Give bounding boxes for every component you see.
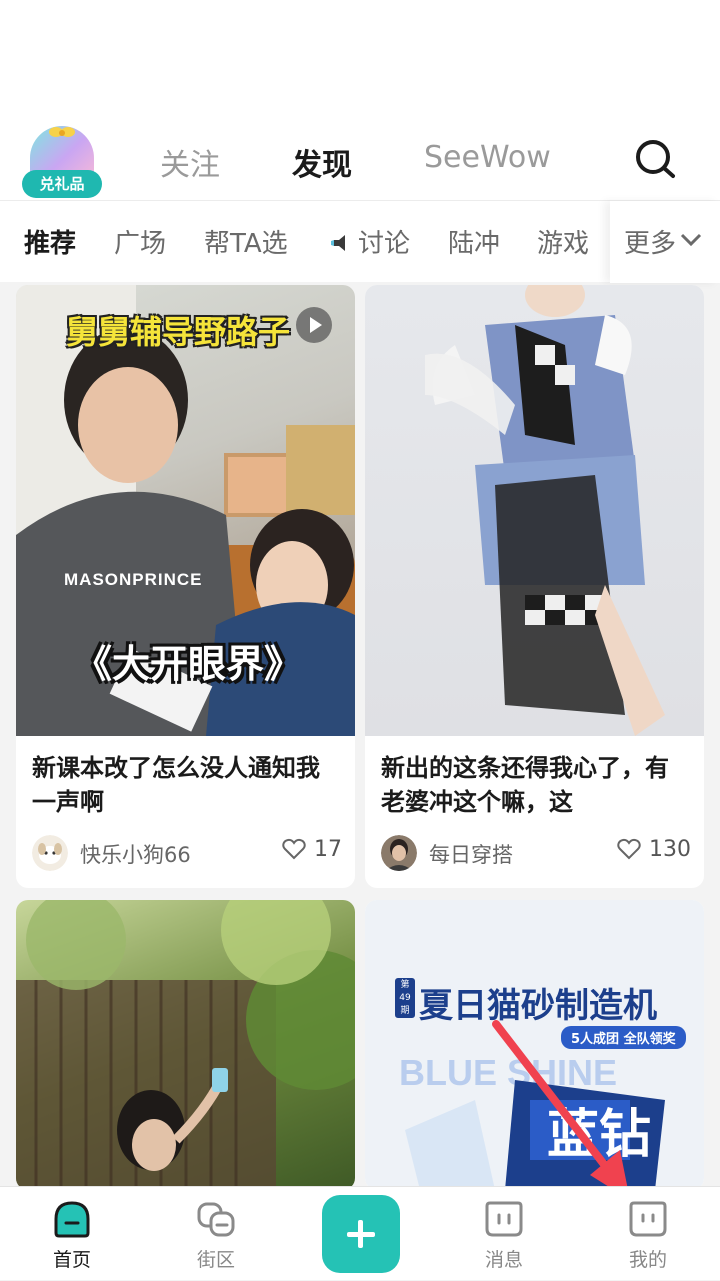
svg-text:MASONPRINCE: MASONPRINCE bbox=[64, 570, 203, 589]
product-bag-illustration bbox=[405, 1080, 665, 1190]
feed-card-2[interactable]: 新出的这条还得我心了，有老婆冲这个嘛，这 每日穿搭 130 bbox=[365, 285, 704, 888]
category-discussion[interactable]: 讨论 bbox=[358, 223, 410, 260]
category-more-label: 更多 bbox=[624, 229, 677, 259]
post-title: 新出的这条还得我心了，有老婆冲这个嘛，这 bbox=[381, 754, 669, 816]
nav-profile[interactable]: 我的 bbox=[598, 1187, 698, 1281]
category-more-button[interactable]: 更多 bbox=[610, 201, 720, 283]
category-games[interactable]: 游戏 bbox=[537, 223, 589, 260]
author-name: 快乐小狗66 bbox=[80, 843, 191, 867]
nav-messages-label: 消息 bbox=[484, 1249, 523, 1271]
search-icon[interactable] bbox=[632, 136, 678, 182]
play-icon bbox=[296, 307, 332, 343]
video-caption-top: 舅舅辅导野路子 bbox=[66, 313, 291, 351]
profile-icon bbox=[629, 1201, 667, 1237]
category-bar: 推荐 广场 帮TA选 讨论 陆冲 游戏 更多 bbox=[0, 200, 720, 283]
heart-icon bbox=[282, 838, 306, 860]
ad-image: 第49期 夏日猫砂制造机 5人成团 全队领奖 BLUE SHINE 蓝钻 bbox=[365, 900, 704, 1190]
bottom-nav: 首页 街区 消息 我的 bbox=[0, 1186, 720, 1280]
gift-redeem-button[interactable]: 兑礼品 bbox=[22, 124, 102, 198]
like-count-value: 17 bbox=[314, 837, 342, 862]
ad-title: 夏日猫砂制造机 bbox=[419, 986, 657, 1026]
home-icon bbox=[54, 1201, 90, 1238]
post-image bbox=[16, 900, 355, 1190]
speaker-icon bbox=[331, 235, 345, 251]
post-image-illustration bbox=[425, 285, 665, 736]
nav-community-label: 街区 bbox=[196, 1249, 235, 1271]
status-bar bbox=[0, 0, 720, 118]
avatar bbox=[32, 835, 68, 871]
chevron-down-icon bbox=[680, 233, 702, 247]
nav-home[interactable]: 首页 bbox=[22, 1187, 122, 1281]
nav-profile-label: 我的 bbox=[628, 1249, 667, 1271]
message-icon bbox=[485, 1201, 523, 1237]
category-recommend[interactable]: 推荐 bbox=[24, 223, 76, 260]
tab-follow[interactable]: 关注 bbox=[160, 140, 220, 184]
nav-home-label: 首页 bbox=[52, 1249, 91, 1271]
author-name: 每日穿搭 bbox=[429, 843, 513, 867]
tab-discover[interactable]: 发现 bbox=[292, 140, 352, 184]
gift-label: 兑礼品 bbox=[22, 170, 102, 198]
feed-card-3[interactable] bbox=[16, 900, 355, 1190]
post-author[interactable]: 快乐小狗66 17 bbox=[32, 835, 342, 871]
ad-subtitle: 5人成团 全队领奖 bbox=[561, 1026, 686, 1049]
category-square[interactable]: 广场 bbox=[114, 223, 166, 260]
community-icon bbox=[197, 1202, 235, 1237]
ad-product-name: 蓝钻 bbox=[547, 1105, 652, 1165]
post-image-illustration bbox=[16, 900, 355, 1190]
top-nav: 兑礼品 关注 发现 SeeWow bbox=[0, 118, 720, 200]
like-count[interactable]: 17 bbox=[282, 837, 342, 862]
post-image: MASONPRINCE 舅舅辅导野路子 《大开眼界》 bbox=[16, 285, 355, 736]
category-help-choose[interactable]: 帮TA选 bbox=[204, 223, 288, 260]
ad-issue-badge: 第49期 bbox=[395, 978, 415, 1018]
tab-seewow[interactable]: SeeWow bbox=[424, 140, 551, 175]
category-surfskate[interactable]: 陆冲 bbox=[448, 223, 500, 260]
post-author[interactable]: 每日穿搭 130 bbox=[381, 835, 691, 871]
feed-card-4[interactable]: 第49期 夏日猫砂制造机 5人成团 全队领奖 BLUE SHINE 蓝钻 bbox=[365, 900, 704, 1190]
like-count[interactable]: 130 bbox=[617, 837, 691, 862]
like-count-value: 130 bbox=[649, 837, 691, 862]
gift-bow-icon bbox=[49, 127, 75, 137]
post-title: 新课本改了怎么没人通知我一声啊 bbox=[32, 754, 320, 816]
create-post-button[interactable] bbox=[322, 1195, 400, 1273]
nav-messages[interactable]: 消息 bbox=[454, 1187, 554, 1281]
post-image bbox=[365, 285, 704, 736]
feed-card-1[interactable]: MASONPRINCE 舅舅辅导野路子 《大开眼界》 新课本改了怎么没人通知我一… bbox=[16, 285, 355, 888]
heart-icon bbox=[617, 838, 641, 860]
video-caption-bottom: 《大开眼界》 bbox=[74, 642, 303, 686]
avatar bbox=[381, 835, 417, 871]
nav-community[interactable]: 街区 bbox=[166, 1187, 266, 1281]
